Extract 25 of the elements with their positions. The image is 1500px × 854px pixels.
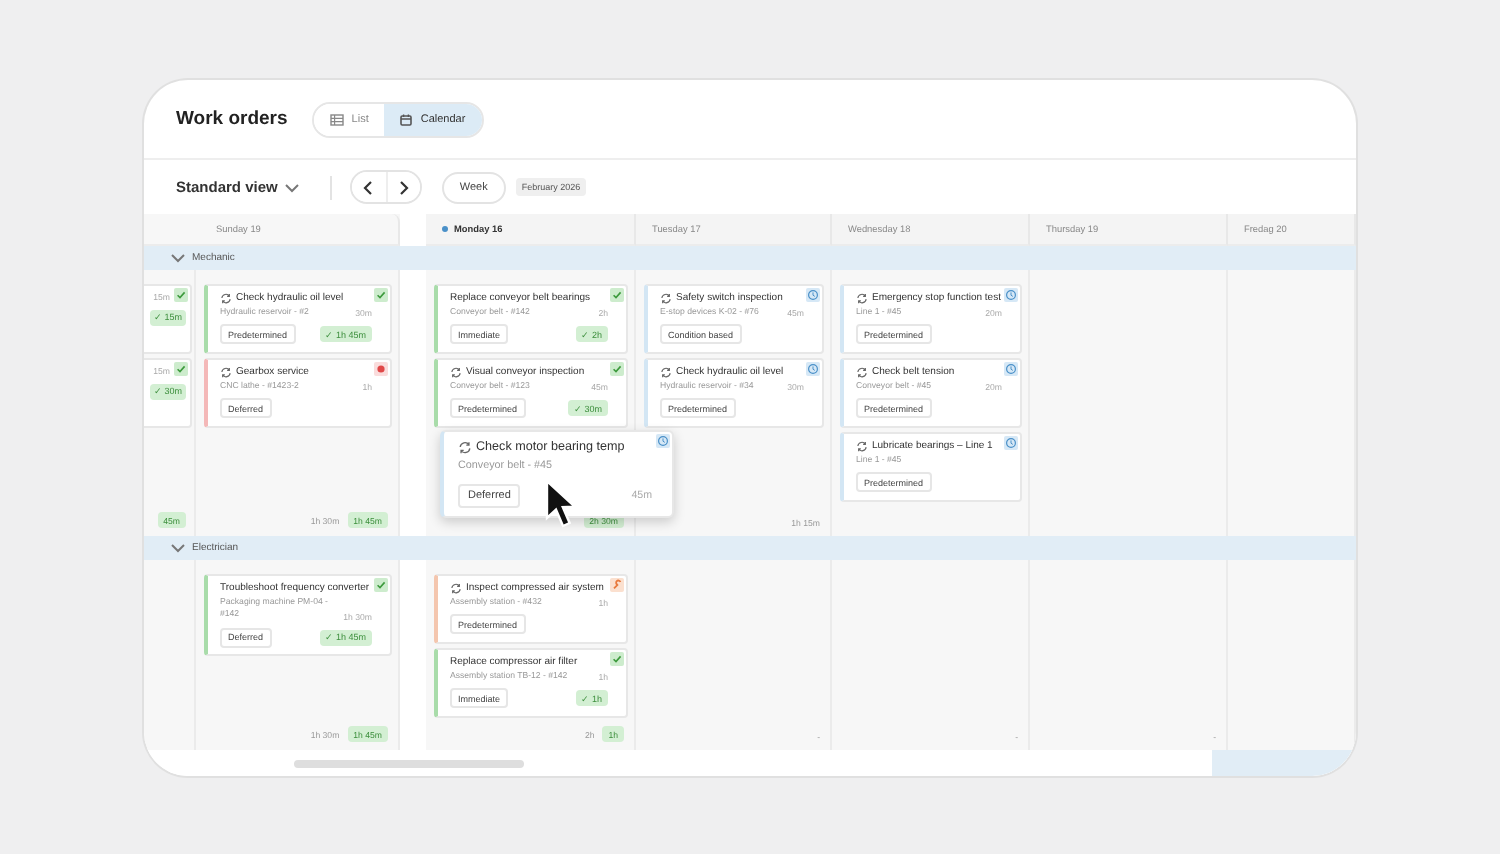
alert-dot-icon bbox=[374, 362, 388, 376]
clock-icon bbox=[656, 434, 670, 448]
check-icon bbox=[610, 362, 624, 376]
chevron-down-icon bbox=[283, 179, 300, 195]
wrench-icon bbox=[610, 578, 624, 592]
clock-icon bbox=[806, 362, 820, 376]
clock-icon bbox=[1004, 436, 1018, 450]
list-icon bbox=[329, 113, 344, 125]
next-button[interactable] bbox=[385, 172, 420, 202]
clock-icon bbox=[806, 288, 820, 302]
chevron-right-icon bbox=[397, 179, 410, 195]
check-icon bbox=[174, 362, 188, 376]
clock-icon bbox=[1004, 362, 1018, 376]
chevron-down-icon bbox=[170, 250, 186, 266]
page-title: Work orders bbox=[176, 108, 288, 130]
check-icon bbox=[610, 288, 624, 302]
check-icon bbox=[610, 652, 624, 666]
check-icon bbox=[374, 288, 388, 302]
check-icon bbox=[174, 288, 188, 302]
clock-icon bbox=[1004, 288, 1018, 302]
scrollbar-thumb[interactable] bbox=[294, 759, 524, 767]
check-icon bbox=[374, 578, 388, 592]
chevron-left-icon bbox=[362, 179, 375, 195]
calendar-icon bbox=[400, 113, 413, 125]
chevron-down-icon bbox=[170, 540, 186, 556]
